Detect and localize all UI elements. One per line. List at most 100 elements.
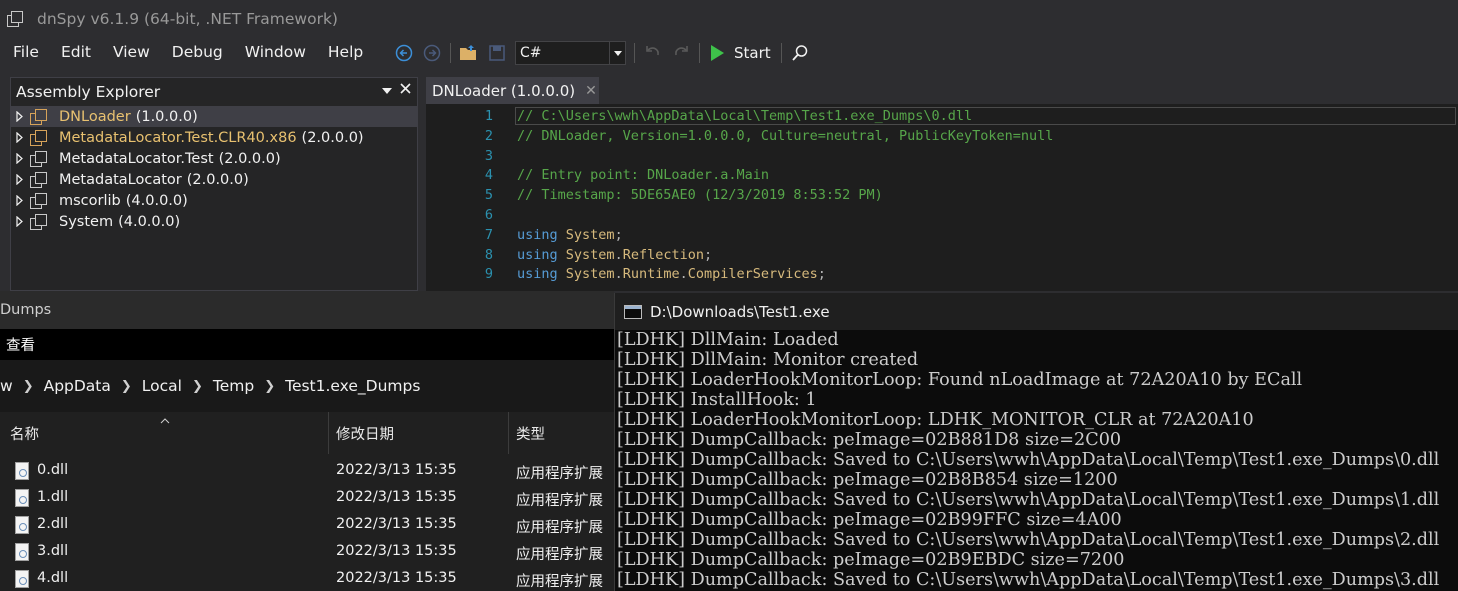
- start-button[interactable]: Start: [704, 44, 777, 62]
- assembly-icon: [30, 213, 47, 230]
- search-icon[interactable]: [789, 42, 811, 64]
- console-output[interactable]: [LDHK] DllMain: Loaded [LDHK] DllMain: Mo…: [615, 330, 1458, 590]
- tab-dnloader[interactable]: DNLoader (1.0.0.0) ✕: [426, 77, 599, 104]
- code-line: 5 // Timestamp: 5DE65AE0 (12/3/2019 8:53:…: [426, 185, 1458, 205]
- assembly-tree-item[interactable]: mscorlib (4.0.0.0): [11, 190, 417, 211]
- column-date[interactable]: 修改日期: [336, 412, 394, 454]
- file-row[interactable]: 3.dll 2022/3/13 15:35 应用程序扩展: [0, 539, 614, 566]
- toolbar-separator: [450, 43, 451, 63]
- assembly-name: System: [59, 213, 114, 230]
- column-name[interactable]: 名称: [10, 412, 39, 454]
- console-line: [LDHK] DumpCallback: Saved to C:\Users\w…: [617, 490, 1440, 510]
- code-editor[interactable]: 1 // C:\Users\wwh\AppData\Local\Temp\Test…: [426, 104, 1458, 291]
- forward-icon[interactable]: [421, 42, 443, 64]
- code-namespace: CompilerServices: [687, 266, 818, 283]
- close-tab-icon[interactable]: ✕: [585, 83, 597, 99]
- column-divider[interactable]: [508, 412, 509, 454]
- panel-title: Assembly Explorer: [16, 83, 161, 101]
- breadcrumb-item[interactable]: Test1.exe_Dumps: [285, 377, 420, 395]
- toolbar-separator: [634, 43, 635, 63]
- code-line: 3: [426, 146, 1458, 166]
- close-icon[interactable]: [400, 83, 411, 98]
- back-icon[interactable]: [393, 42, 415, 64]
- assembly-tree-item[interactable]: MetadataLocator.Test (2.0.0.0): [11, 148, 417, 169]
- redo-icon[interactable]: [670, 42, 692, 64]
- file-date: 2022/3/13 15:35: [336, 570, 457, 586]
- file-row[interactable]: 0.dll 2022/3/13 15:35 应用程序扩展: [0, 458, 614, 485]
- line-number: 2: [484, 127, 493, 144]
- file-row[interactable]: 2.dll 2022/3/13 15:35 应用程序扩展: [0, 512, 614, 539]
- dll-file-icon: [15, 489, 29, 507]
- expand-arrow-icon[interactable]: [16, 174, 26, 185]
- breadcrumb-item[interactable]: Temp: [213, 377, 254, 395]
- file-row[interactable]: 4.dll 2022/3/13 15:35 应用程序扩展: [0, 566, 614, 591]
- code-comment: // C:\Users\wwh\AppData\Local\Temp\Test1…: [517, 108, 973, 124]
- toolbar-separator: [699, 43, 700, 63]
- file-row[interactable]: 1.dll 2022/3/13 15:35 应用程序扩展: [0, 485, 614, 512]
- console-line: [LDHK] DumpCallback: peImage=02B8B854 si…: [617, 470, 1118, 490]
- column-type[interactable]: 类型: [516, 412, 545, 454]
- expand-arrow-icon[interactable]: [16, 153, 26, 164]
- address-bar[interactable]: w ❯ AppData ❯ Local ❯ Temp ❯ Test1.exe_D…: [0, 360, 614, 412]
- dll-file-icon: [15, 543, 29, 561]
- menu-edit[interactable]: Edit: [60, 43, 92, 61]
- chevron-right-icon: ❯: [191, 378, 203, 394]
- expand-arrow-icon[interactable]: [16, 132, 26, 143]
- file-list: 0.dll 2022/3/13 15:35 应用程序扩展 1.dll 2022/3/13…: [0, 454, 614, 591]
- console-app-icon: [624, 304, 642, 319]
- assembly-version: (2.0.0.0): [218, 150, 281, 167]
- menu-help[interactable]: Help: [327, 43, 364, 61]
- assembly-tree-item[interactable]: MetadataLocator.Test.CLR40.x86 (2.0.0.0): [11, 127, 417, 148]
- console-line: [LDHK] InstallHook: 1: [617, 390, 817, 410]
- column-divider[interactable]: [328, 412, 329, 454]
- menu-view[interactable]: View: [112, 43, 151, 61]
- assembly-tree-item[interactable]: DNLoader (1.0.0.0): [11, 106, 417, 127]
- file-name: 3.dll: [37, 543, 69, 559]
- console-line: [LDHK] DumpCallback: peImage=02B99FFC si…: [617, 510, 1122, 530]
- console-line: [LDHK] DumpCallback: Saved to C:\Users\w…: [617, 450, 1440, 470]
- toolbar: C# Start: [390, 38, 814, 68]
- console-line: [LDHK] DumpCallback: peImage=02B9EBDC si…: [617, 550, 1125, 570]
- dnspy-window: dnSpy v6.1.9 (64-bit, .NET Framework) Fi…: [0, 0, 1458, 291]
- chevron-down-icon[interactable]: [609, 42, 625, 64]
- assembly-icon: [30, 171, 47, 188]
- code-text: using System;: [517, 227, 623, 243]
- file-name: 2.dll: [37, 516, 69, 532]
- code-line: 8 using System.Reflection;: [426, 245, 1458, 265]
- language-select[interactable]: C#: [515, 41, 626, 65]
- undo-icon[interactable]: [642, 42, 664, 64]
- console-line: [LDHK] DllMain: Loaded: [617, 330, 839, 350]
- expand-arrow-icon[interactable]: [16, 111, 26, 122]
- expand-arrow-icon[interactable]: [16, 195, 26, 206]
- save-icon[interactable]: [486, 42, 508, 64]
- menu-file[interactable]: File: [12, 43, 40, 61]
- code-keyword: using: [517, 246, 558, 263]
- title-bar: dnSpy v6.1.9 (64-bit, .NET Framework): [0, 0, 1458, 38]
- ribbon-tab-view[interactable]: 查看: [6, 334, 35, 355]
- breadcrumb-item[interactable]: AppData: [44, 377, 111, 395]
- code-line: 9 using System.Runtime.CompilerServices;: [426, 264, 1458, 284]
- menu-debug[interactable]: Debug: [171, 43, 224, 61]
- assembly-tree-item[interactable]: MetadataLocator (2.0.0.0): [11, 169, 417, 190]
- menu-window[interactable]: Window: [244, 43, 307, 61]
- line-number: 5: [484, 187, 493, 204]
- breadcrumb-item[interactable]: w: [0, 377, 13, 395]
- line-number: 1: [484, 108, 493, 124]
- chevron-right-icon: ❯: [120, 378, 132, 394]
- breadcrumb-item[interactable]: Local: [142, 377, 182, 395]
- assembly-tree-item[interactable]: System (4.0.0.0): [11, 211, 417, 232]
- dropdown-triangle-icon[interactable]: [382, 83, 392, 98]
- file-explorer-window: Dumps 查看 w ❯ AppData ❯ Local ❯ Temp ❯ Te…: [0, 291, 614, 591]
- code-comment: // Timestamp: 5DE65AE0 (12/3/2019 8:53:5…: [517, 187, 883, 204]
- console-line: [LDHK] LoaderHookMonitorLoop: Found nLoa…: [617, 370, 1303, 390]
- explorer-ribbon: 查看: [0, 329, 614, 360]
- line-number: 8: [484, 246, 493, 263]
- open-folder-icon[interactable]: [458, 42, 480, 64]
- dll-file-icon: [15, 570, 29, 588]
- expand-arrow-icon[interactable]: [16, 216, 26, 227]
- code-punct: ;: [614, 226, 623, 243]
- code-namespace: Runtime: [622, 266, 680, 283]
- dll-file-icon: [15, 516, 29, 534]
- file-name: 0.dll: [37, 462, 69, 478]
- code-namespace: System: [565, 246, 615, 263]
